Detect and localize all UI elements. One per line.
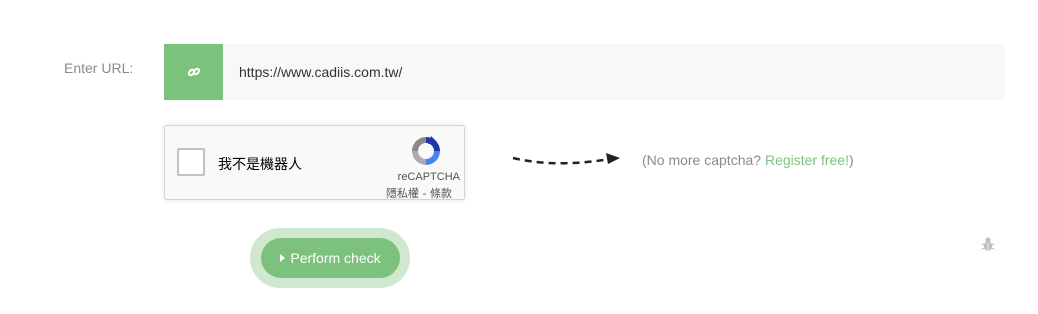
recaptcha-brand: reCAPTCHA: [397, 171, 460, 183]
perform-check-button[interactable]: Perform check: [261, 238, 400, 278]
perform-check-label: Perform check: [290, 250, 381, 266]
recaptcha-links: 隱私權 - 條款: [386, 185, 452, 201]
recaptcha-logo-icon: [412, 136, 440, 165]
recaptcha-terms-link[interactable]: 條款: [430, 187, 452, 200]
promo-prefix: (No more captcha?: [642, 152, 765, 168]
register-promo: (No more captcha? Register free!): [642, 152, 854, 168]
bug-icon[interactable]: [980, 236, 996, 252]
caret-right-icon: [280, 254, 286, 262]
recaptcha-privacy-link[interactable]: 隱私權: [386, 187, 419, 200]
url-input[interactable]: [223, 44, 1005, 100]
recaptcha-widget: 我不是機器人 reCAPTCHA 隱私權 - 條款: [164, 125, 465, 200]
url-input-group: [164, 44, 1005, 100]
recaptcha-checkbox-label: 我不是機器人: [218, 157, 302, 173]
register-free-link[interactable]: Register free!: [765, 152, 849, 168]
url-field-label: Enter URL:: [64, 60, 134, 76]
promo-suffix: ): [849, 152, 854, 168]
recaptcha-link-separator: -: [419, 187, 430, 200]
dashed-arrow-icon: [512, 153, 620, 165]
link-icon: [164, 44, 223, 100]
recaptcha-checkbox[interactable]: [177, 148, 205, 176]
